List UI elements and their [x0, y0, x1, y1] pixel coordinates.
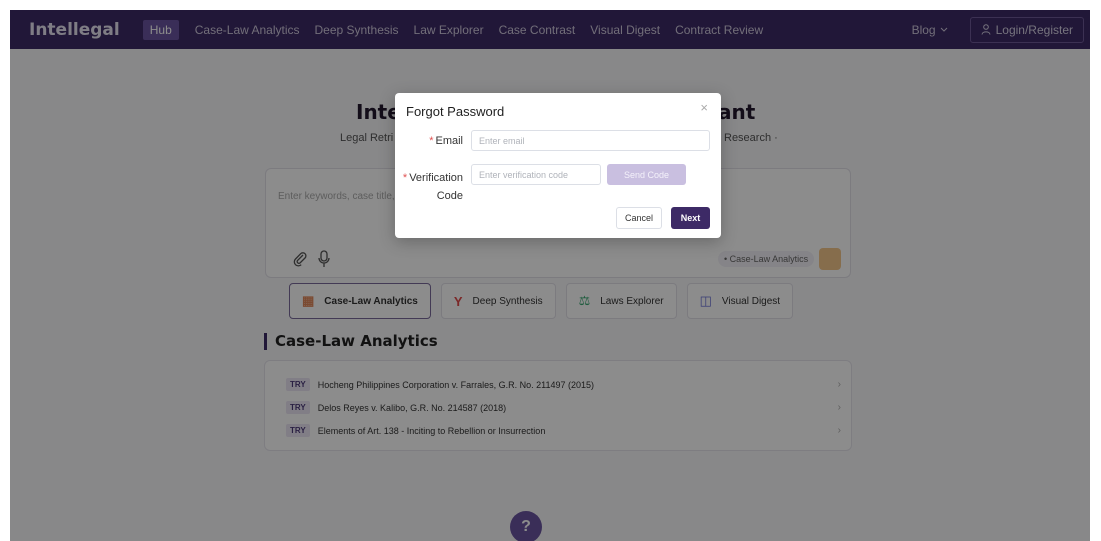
email-label-text: Email [435, 135, 463, 147]
app-root: Intellegal Hub Case-Law Analytics Deep S… [10, 10, 1090, 541]
forgot-password-dialog: Forgot Password × *Email *Verification C… [395, 93, 721, 238]
verification-label-line2: Code [436, 190, 463, 202]
next-button[interactable]: Next [671, 207, 710, 229]
send-code-button[interactable]: Send Code [607, 164, 686, 185]
cancel-button[interactable]: Cancel [616, 207, 662, 229]
verification-code-label: * Verification Code [401, 169, 463, 205]
verification-code-input[interactable] [471, 164, 601, 185]
required-asterisk: * [429, 135, 434, 147]
dialog-title: Forgot Password [406, 104, 505, 119]
email-label: * Email [425, 135, 463, 147]
email-input[interactable] [471, 130, 710, 151]
modal-overlay[interactable] [10, 10, 1090, 541]
verification-label-line1: Verification [409, 172, 463, 184]
required-asterisk: * [402, 172, 408, 184]
close-icon[interactable]: × [700, 100, 708, 115]
